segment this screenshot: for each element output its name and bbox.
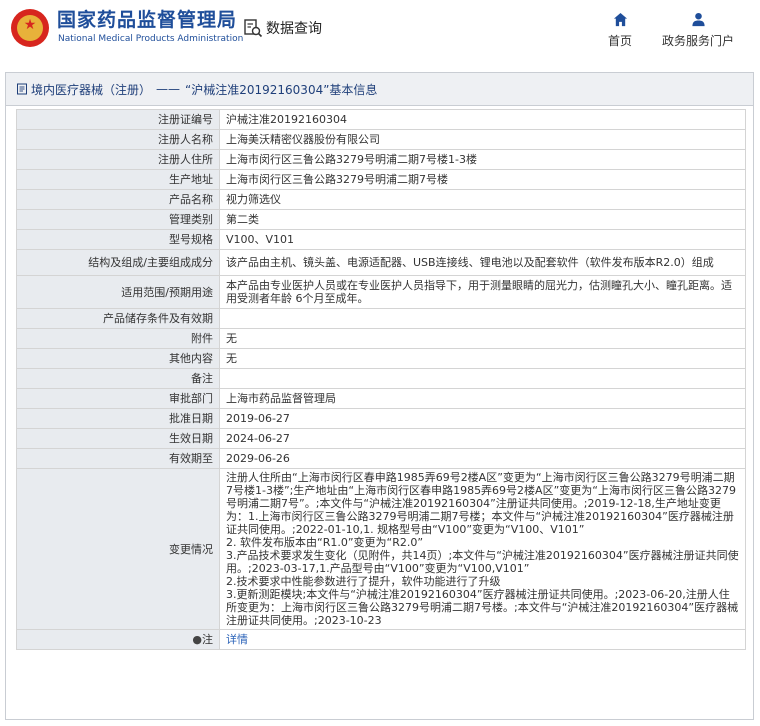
site-header: ★ 国家药品监督管理局 National Medical Products Ad… — [0, 0, 760, 62]
table-row: 生产地址 上海市闵行区三鲁公路3279号明浦二期7号楼 — [16, 169, 746, 190]
national-emblem-icon: ★ — [11, 9, 49, 47]
note-pin-icon: ● — [192, 633, 202, 646]
data-search-icon — [244, 19, 263, 38]
note-value-cell: 详情 — [219, 629, 746, 650]
row-value: 无 — [219, 348, 746, 369]
row-label: 产品名称 — [16, 189, 220, 210]
data-query-label: 数据查询 — [266, 21, 322, 37]
row-label: 适用范围/预期用途 — [16, 275, 220, 309]
row-value: 本产品由专业医护人员或在专业医护人员指导下，用于测量眼睛的屈光力，估测瞳孔大小、… — [219, 275, 746, 309]
row-label: 其他内容 — [16, 348, 220, 369]
table-row: 批准日期 2019-06-27 — [16, 408, 746, 429]
nav-home-label: 首页 — [607, 34, 632, 48]
table-row: 产品储存条件及有效期 — [16, 308, 746, 329]
row-value: 沪械注准20192160304 — [219, 109, 746, 130]
record-panel: 境内医疗器械（注册） —— “沪械注准20192160304”基本信息 注册证编… — [5, 72, 754, 720]
table-row: 产品名称 视力筛选仪 — [16, 189, 746, 210]
site-logo-subtitle: National Medical Products Administration — [58, 34, 244, 44]
row-label: 注册证编号 — [16, 109, 220, 130]
table-row: 审批部门 上海市药品监督管理局 — [16, 388, 746, 409]
row-value: 上海美沃精密仪器股份有限公司 — [219, 129, 746, 150]
table-row: 生效日期 2024-06-27 — [16, 428, 746, 449]
nav-home[interactable]: 首页 — [602, 12, 638, 49]
row-label: 管理类别 — [16, 209, 220, 230]
row-value: 上海市闵行区三鲁公路3279号明浦二期7号楼 — [219, 169, 746, 190]
row-label: 批准日期 — [16, 408, 220, 429]
row-label: 审批部门 — [16, 388, 220, 409]
record-table: 注册证编号 沪械注准20192160304 注册人名称 上海美沃精密仪器股份有限公司… — [16, 109, 746, 650]
row-value: 上海市闵行区三鲁公路3279号明浦二期7号楼1-3楼 — [219, 149, 746, 170]
data-query-link[interactable]: 数据查询 — [243, 17, 322, 39]
home-icon — [613, 12, 627, 27]
change-label: 变更情况 — [16, 468, 220, 630]
row-label: 附件 — [16, 328, 220, 349]
table-row: 备注 — [16, 368, 746, 389]
row-label: 生产地址 — [16, 169, 220, 190]
detail-link[interactable]: 详情 — [226, 633, 248, 646]
row-value — [219, 368, 746, 389]
row-label: 有效期至 — [16, 448, 220, 469]
row-value: 2024-06-27 — [219, 428, 746, 449]
row-label: 注册人名称 — [16, 129, 220, 150]
change-history-text: 注册人住所由“上海市闵行区春申路1985弄69号2楼A区”变更为“上海市闵行区三… — [219, 468, 746, 630]
row-value: 2019-06-27 — [219, 408, 746, 429]
row-label: 注册人住所 — [16, 149, 220, 170]
row-value: 无 — [219, 328, 746, 349]
row-value: V100、V101 — [219, 229, 746, 250]
table-row: 适用范围/预期用途 本产品由专业医护人员或在专业医护人员指导下，用于测量眼睛的屈光… — [16, 275, 746, 309]
row-value: 上海市药品监督管理局 — [219, 388, 746, 409]
table-row: 管理类别 第二类 — [16, 209, 746, 230]
note-label-cell: ●注 — [16, 629, 220, 650]
panel-breadcrumb: 境内医疗器械（注册） —— “沪械注准20192160304”基本信息 — [6, 73, 753, 106]
row-label: 产品储存条件及有效期 — [16, 308, 220, 329]
breadcrumb-title: “沪械注准20192160304”基本信息 — [185, 82, 378, 97]
row-value — [219, 308, 746, 329]
row-label: 结构及组成/主要组成成分 — [16, 249, 220, 276]
row-value: 2029-06-26 — [219, 448, 746, 469]
nav-portal-label: 政务服务门户 — [661, 34, 734, 48]
table-row: 注册证编号 沪械注准20192160304 — [16, 109, 746, 130]
breadcrumb-separator: —— — [156, 82, 181, 96]
row-label: 型号规格 — [16, 229, 220, 250]
row-label: 备注 — [16, 368, 220, 389]
document-icon — [17, 83, 27, 95]
row-label: 生效日期 — [16, 428, 220, 449]
table-row: 附件无 — [16, 328, 746, 349]
table-row: 变更情况 注册人住所由“上海市闵行区春申路1985弄69号2楼A区”变更为“上海市… — [16, 468, 746, 630]
breadcrumb-section[interactable]: 境内医疗器械（注册） — [31, 81, 151, 98]
table-row: 有效期至 2029-06-26 — [16, 448, 746, 469]
table-row: 注册人名称 上海美沃精密仪器股份有限公司 — [16, 129, 746, 150]
table-row: ●注 详情 — [16, 629, 746, 650]
row-value: 视力筛选仪 — [219, 189, 746, 210]
row-value: 该产品由主机、镜头盖、电源适配器、USB连接线、锂电池以及配套软件（软件发布版本… — [219, 249, 746, 276]
nav-service-portal[interactable]: 政务服务门户 — [656, 12, 740, 49]
user-icon — [691, 12, 705, 27]
table-row: 其他内容无 — [16, 348, 746, 369]
row-value: 第二类 — [219, 209, 746, 230]
note-label: 注 — [202, 633, 213, 646]
site-logo-title[interactable]: 国家药品监督管理局 — [57, 8, 237, 32]
table-row: 结构及组成/主要组成成分 该产品由主机、镜头盖、电源适配器、USB连接线、锂电池以… — [16, 249, 746, 276]
table-row: 型号规格 V100、V101 — [16, 229, 746, 250]
table-row: 注册人住所 上海市闵行区三鲁公路3279号明浦二期7号楼1-3楼 — [16, 149, 746, 170]
